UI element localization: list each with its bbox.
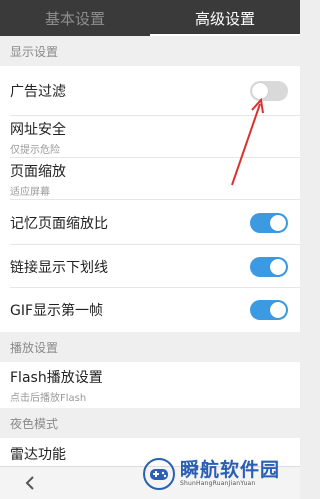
tab-bar: 基本设置 高级设置 <box>0 0 300 36</box>
setting-label: 记忆页面缩放比 <box>10 215 108 232</box>
remember-zoom-toggle[interactable] <box>250 212 288 233</box>
toggle-knob <box>252 83 268 99</box>
setting-label: 网址安全 <box>10 121 66 138</box>
setting-row-ad-filter[interactable]: 广告过滤 <box>0 66 300 116</box>
setting-row-remember-zoom[interactable]: 记忆页面缩放比 <box>0 200 300 245</box>
gif-first-frame-toggle[interactable] <box>250 300 288 320</box>
toggle-knob <box>270 258 286 275</box>
gamepad-logo-icon <box>142 457 176 491</box>
setting-subtitle: 点击后播放Flash <box>10 392 87 404</box>
setting-row-link-underline[interactable]: 链接显示下划线 <box>0 245 300 288</box>
setting-subtitle: 适应屏幕 <box>10 186 50 198</box>
setting-label: Flash播放设置 <box>10 369 103 386</box>
watermark: 瞬航软件园 ShunHangRuanJianYuan <box>142 452 300 496</box>
ad-filter-toggle[interactable] <box>250 81 288 101</box>
section-header-playback: 播放设置 <box>0 332 300 362</box>
tab-advanced-settings[interactable]: 高级设置 <box>150 0 300 36</box>
setting-subtitle: 仅提示危险 <box>10 144 60 156</box>
toggle-knob <box>270 214 286 231</box>
watermark-title: 瞬航软件园 <box>180 459 281 481</box>
tab-basic-settings[interactable]: 基本设置 <box>0 0 150 36</box>
setting-row-page-zoom[interactable]: 页面缩放 适应屏幕 <box>0 158 300 200</box>
setting-label: 链接显示下划线 <box>10 259 108 276</box>
watermark-subtitle: ShunHangRuanJianYuan <box>180 480 256 487</box>
section-header-night-mode: 夜色模式 <box>0 408 300 438</box>
setting-label: 广告过滤 <box>10 84 66 100</box>
toggle-knob <box>270 302 286 318</box>
chevron-left-icon <box>25 476 34 490</box>
section-header-display: 显示设置 <box>0 36 300 66</box>
setting-row-url-security[interactable]: 网址安全 仅提示危险 <box>0 116 300 158</box>
setting-label: 页面缩放 <box>10 163 66 180</box>
setting-label: GIF显示第一帧 <box>10 303 104 319</box>
setting-row-gif-first-frame[interactable]: GIF显示第一帧 <box>0 288 300 332</box>
setting-row-flash-playback[interactable]: Flash播放设置 点击后播放Flash <box>0 362 300 408</box>
back-button[interactable] <box>20 473 40 493</box>
link-underline-toggle[interactable] <box>250 256 288 277</box>
